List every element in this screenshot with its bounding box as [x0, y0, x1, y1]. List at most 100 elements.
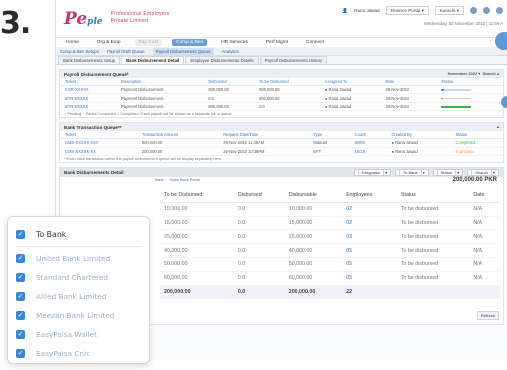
filter-search[interactable]: Search ▾	[467, 168, 499, 176]
column-header[interactable]: Date	[380, 78, 437, 86]
employees-link[interactable]: 02	[342, 216, 397, 231]
tab-bank-disbursement-detail[interactable]: Bank Disbursement Detail	[121, 56, 185, 64]
cell-count[interactable]: 60/60	[349, 138, 387, 148]
tab-bank-disbursements-setup[interactable]: Bank Disbursements Setup	[58, 56, 121, 64]
nav-item-perf-mgmt[interactable]: Perf Mgmt	[262, 39, 292, 46]
payroll-queue-controls[interactable]: November 2022 ▾ Search ▴	[448, 71, 499, 76]
column-header[interactable]: Ticket	[60, 78, 116, 86]
column-header[interactable]: Status	[436, 78, 503, 86]
region-select[interactable]: Karachi ▾	[434, 6, 464, 15]
column-header[interactable]: Assigned To	[319, 78, 381, 86]
checkbox-icon[interactable]: ✓	[16, 330, 25, 339]
nav-item-hr-services[interactable]: HR Services	[217, 39, 252, 46]
column-header[interactable]: Status	[396, 187, 470, 203]
progress-bar	[441, 97, 472, 100]
table-row[interactable]: 10,000.00 0.0 10,000.00 02 To be disbursed N/…	[160, 202, 500, 217]
column-header[interactable]: Disbursable	[284, 187, 343, 203]
cell-status	[436, 102, 503, 112]
bank-option-standard-chartered[interactable]: ✓ Standard Chartered	[16, 268, 141, 287]
bank-option-allied-bank-limited[interactable]: ✓ Allied Bank Limited	[16, 287, 141, 306]
cell-date: N/A	[469, 243, 500, 258]
bank-option-label: Standard Chartered	[36, 273, 109, 282]
column-header[interactable]: Employees	[342, 187, 397, 203]
header-controls: 👤 Rana Jawad Finance Portal ▾ Karachi ▾	[342, 6, 503, 15]
nav-item-connect[interactable]: Connect	[302, 39, 328, 46]
column-header[interactable]: Disbursed	[203, 78, 255, 86]
column-header[interactable]: To be Disbursed	[160, 187, 234, 203]
column-header[interactable]: Disbursed	[233, 187, 285, 203]
cell-amount: 200,000.00	[136, 147, 219, 156]
checkbox-icon[interactable]: ✓	[16, 349, 25, 358]
column-header[interactable]: Request Date/Time	[218, 131, 309, 140]
subnav-item-payroll-draft-queue[interactable]: Payroll Draft Queue	[107, 49, 145, 54]
checkbox-icon[interactable]: ✓	[16, 292, 25, 301]
bank-option-easypaisa-wallet[interactable]: ✓ EasyPaisa Wallet	[16, 325, 141, 344]
ticket-link[interactable]: BTR-XXXXX	[60, 93, 116, 103]
cell-disbursable: 60,000.00	[284, 271, 343, 286]
checkbox-icon[interactable]: ✓	[16, 254, 25, 263]
nav-item-pay-cust[interactable]: Pay Cust	[134, 39, 162, 46]
column-header[interactable]: Created By	[386, 131, 451, 140]
employees-link[interactable]: 05	[342, 257, 397, 272]
table-row[interactable]: CMS-XXXXX-XXX 800,000.00 29-Nov-2022 11:38…	[60, 138, 503, 148]
column-header[interactable]: Status	[450, 131, 503, 140]
table-row[interactable]: CMS-XXXXX-XX 200,000.00 29-Nov-2022 10:38P…	[60, 147, 503, 156]
subnav-item-comp-ben-setups[interactable]: Comp & Ben Setups	[60, 49, 99, 54]
checkbox-icon[interactable]: ✓	[16, 230, 25, 239]
link-bank[interactable]: Bank	[155, 178, 164, 182]
cell-to_be: 10,000.00	[160, 202, 234, 217]
table-row[interactable]: BTR-XXXXX Payment Disbursement 0.0 800,000.…	[60, 93, 503, 103]
tab-employee-disbursements-details[interactable]: Employee Disbursements Details	[185, 56, 259, 64]
cell-status: To be disbursed	[396, 257, 470, 272]
column-header[interactable]: To be Disbursed	[254, 78, 320, 86]
bank-option-easypaisa-cnic[interactable]: ✓ EasyPaisa Cnic	[16, 344, 141, 363]
scroll-handle-icon[interactable]	[501, 96, 507, 108]
table-row[interactable]: 15,000.00 0.0 15,000.00 02 To be disbursed N/…	[160, 216, 500, 231]
to-bank-header[interactable]: ✓ To Bank	[16, 223, 141, 247]
employees-link[interactable]: 02	[342, 202, 397, 217]
filter-easypaisa[interactable]: Easypaisa ▾	[353, 168, 392, 176]
ticket-link[interactable]: CMS-XXXXX-XX	[60, 147, 137, 156]
link-open-bank-portal[interactable]: Open Bank Portal	[170, 178, 200, 182]
checkbox-icon[interactable]: ✓	[16, 273, 25, 282]
settings-icon[interactable]	[483, 7, 490, 14]
nav-item-comp-ben[interactable]: Comp & Ben	[172, 39, 208, 46]
portal-select[interactable]: Finance Portal ▾	[385, 6, 429, 15]
nav-item-home[interactable]: Home	[62, 39, 83, 46]
table-row[interactable]: 25,000.00 0.0 25,000.00 03 To be disbursed N/…	[160, 229, 500, 245]
ticket-link[interactable]: BTR-XXXXX	[60, 102, 116, 112]
column-header[interactable]: Date	[469, 187, 500, 203]
checkbox-icon[interactable]: ✓	[16, 311, 25, 320]
table-row[interactable]: 50,000.00 0.0 50,000.00 05 To be disbursed N/…	[160, 257, 500, 272]
table-row[interactable]: CSR-XXXXX Payment Disbursement 800,000.00 8…	[60, 85, 503, 95]
column-header[interactable]: Type	[308, 131, 350, 140]
filter-to-bank[interactable]: To Bank ▾	[395, 168, 429, 176]
table-row[interactable]: BTR-XXXXX Payment Disbursement 800,000.00 0…	[60, 102, 503, 112]
employees-link[interactable]: 03	[342, 229, 397, 245]
floating-action-icon[interactable]	[495, 32, 507, 50]
column-header[interactable]: Count	[349, 131, 387, 140]
ticket-link[interactable]: CSR-XXXXX	[60, 85, 116, 95]
employees-link[interactable]: 05	[342, 243, 397, 258]
column-header[interactable]: Ticket	[60, 131, 137, 140]
bank-option-united-bank-limited[interactable]: ✓ United Bank Limited	[16, 249, 141, 268]
user-name[interactable]: Rana Jawad	[354, 8, 380, 13]
ticket-link[interactable]: CMS-XXXXX-XXX	[60, 138, 137, 148]
total-employees[interactable]: 22	[342, 284, 397, 300]
subnav-item-analytics[interactable]: Analytics	[222, 49, 239, 54]
cell-count[interactable]: 15/18	[349, 147, 387, 156]
logout-icon[interactable]	[496, 7, 503, 14]
refresh-button[interactable]: Refresh	[476, 310, 499, 320]
employees-link[interactable]: 05	[342, 271, 397, 286]
help-icon[interactable]	[470, 7, 477, 14]
table-row[interactable]: 40,000.00 0.0 40,000.00 05 To be disbursed N/…	[160, 243, 500, 258]
filter-status[interactable]: Status ▾	[432, 168, 464, 176]
nav-item-org-emp[interactable]: Org & Emp	[93, 39, 125, 46]
tab-payroll-disbursements-history[interactable]: Payroll Disbursements History	[259, 56, 328, 64]
subnav-item-payroll-disbursement-queue[interactable]: Payroll Disbursement Queue	[152, 47, 214, 55]
table-row[interactable]: 60,000.00 0.0 60,000.00 05 To be disbursed N/…	[160, 271, 500, 286]
collapse-icon[interactable]: ▴	[497, 124, 499, 129]
bank-option-meezan-bank-limited[interactable]: ✓ Meezan Bank Limited	[16, 306, 141, 325]
column-header[interactable]: Transaction Amount	[136, 131, 219, 140]
column-header[interactable]: Description	[115, 78, 204, 86]
